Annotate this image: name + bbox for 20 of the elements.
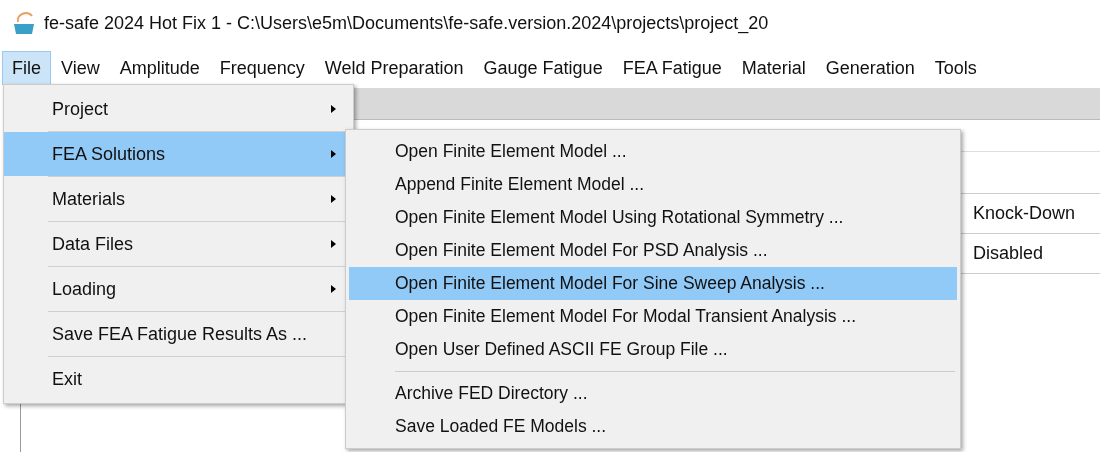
submenu-arrow-icon xyxy=(330,239,337,249)
submenu-arrow-icon xyxy=(330,104,337,114)
submenu-arrow-icon xyxy=(330,194,337,204)
app-logo-icon xyxy=(12,10,36,36)
submenu-arrow-icon xyxy=(330,149,337,159)
menu-bar-item[interactable]: View xyxy=(51,51,110,85)
menu-bar-item[interactable]: Amplitude xyxy=(109,51,210,85)
window-title: fe-safe 2024 Hot Fix 1 - C:\Users\e5m\Documents\fe-safe.version.2024\projects\project_20 xyxy=(44,11,769,36)
menu-bar-item[interactable]: Frequency xyxy=(209,51,315,85)
menu-bar-item[interactable]: FEA Fatigue xyxy=(612,51,732,85)
menu-bar-item[interactable]: Material xyxy=(731,51,816,85)
menu-item[interactable]: Save Loaded FE Models ... xyxy=(349,410,957,443)
menu-bar-item[interactable]: File xyxy=(2,51,51,85)
menu-bar-item[interactable]: Tools xyxy=(924,51,987,85)
submenu-arrow-icon xyxy=(330,284,337,294)
menu-item[interactable]: Project xyxy=(4,87,353,131)
menu-bar-item[interactable]: Weld Preparation xyxy=(314,51,474,85)
menu-item[interactable]: Open Finite Element Model For Sine Sweep Analysis ... xyxy=(349,267,957,300)
menu-bar-item[interactable]: Generation xyxy=(815,51,925,85)
menu-bar-item[interactable]: Gauge Fatigue xyxy=(473,51,613,85)
